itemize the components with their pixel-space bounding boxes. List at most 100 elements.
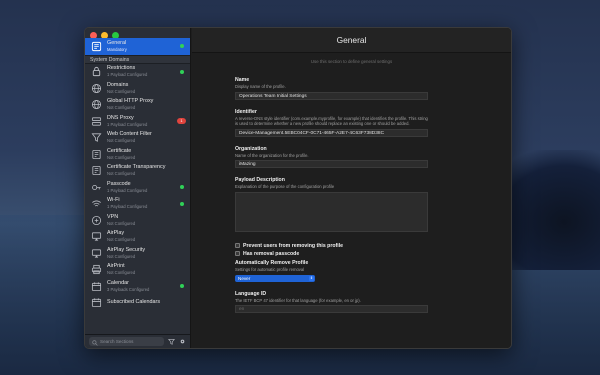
sidebar-item-vpn[interactable]: VPN Not Configured	[85, 212, 190, 229]
sidebar-item-label: Web Content Filter	[107, 131, 152, 138]
sidebar-item-label: Restrictions	[107, 65, 136, 72]
sidebar-item-label: General	[107, 39, 127, 46]
sidebar-item-status: Not Configured	[107, 154, 136, 160]
sidebar-item-certificate[interactable]: Certificate Not Configured	[85, 146, 190, 163]
sidebar-item-general[interactable]: General Mandatory	[85, 38, 190, 55]
sidebar-item-passcode[interactable]: Passcode 1 Payload Configured	[85, 179, 190, 196]
sidebar-item-status: Not Configured	[107, 220, 136, 226]
sidebar-item-status: Not Configured	[107, 138, 136, 144]
sidebar-item-wi-fi[interactable]: Wi-Fi 1 Payload Configured	[85, 196, 190, 213]
sidebar-item-label: VPN	[107, 213, 119, 220]
identifier-field-group: Identifier A reverse-DNS style identifie…	[235, 108, 428, 137]
organization-field-group: Organization Name of the organization fo…	[235, 145, 428, 169]
certificate-icon	[91, 165, 102, 176]
payload-description-textarea[interactable]	[235, 191, 428, 232]
page-subtitle: Use this section to define general setti…	[310, 59, 393, 64]
sidebar-item-domains[interactable]: Domains Not Configured	[85, 80, 190, 97]
auto-remove-value: Never	[238, 275, 251, 281]
sidebar-item-status: Not Configured	[107, 270, 136, 276]
sidebar-item-airplay-security[interactable]: AirPlay Security Not Configured	[85, 245, 190, 262]
globe-icon	[91, 99, 102, 110]
language-input[interactable]: en	[235, 305, 428, 314]
sidebar-item-label: AirPrint	[107, 263, 125, 270]
chevron-updown-icon: ⇕	[309, 275, 314, 281]
identifier-description: A reverse-DNS style identifier (com.exam…	[235, 115, 428, 126]
sidebar-item-status: Not Configured	[107, 237, 136, 243]
sidebar-item-airprint[interactable]: AirPrint Not Configured	[85, 262, 190, 279]
search-box	[89, 337, 164, 346]
auto-remove-select[interactable]: Never ⇕	[235, 274, 315, 282]
sidebar-item-global-http-proxy[interactable]: Global HTTP Proxy Not Configured	[85, 97, 190, 114]
removal-passcode-checkbox-row[interactable]: Has removal passcode	[235, 250, 428, 258]
name-description: Display name of the profile.	[235, 84, 286, 90]
payload-description-description: Explanation of the purpose of the config…	[235, 184, 335, 190]
main-header: General	[192, 28, 511, 53]
gear-icon[interactable]	[178, 338, 186, 346]
filter-icon	[91, 132, 102, 143]
sidebar-item-status: 1 Payload Configured	[107, 72, 148, 78]
sidebar-sections-list: General Mandatory System Domains Restric…	[85, 38, 190, 333]
name-label: Name	[235, 77, 250, 83]
auto-remove-description: Settings for automatic profile removal	[235, 267, 305, 273]
sidebar-item-status: Not Configured	[107, 253, 136, 259]
wifi-icon	[91, 198, 102, 209]
calendar-icon	[91, 297, 102, 308]
sidebar-item-label: Calendar	[107, 279, 129, 286]
page-title: General	[336, 35, 367, 45]
sidebar-item-status: 1 Payload Configured	[107, 187, 148, 193]
sidebar-item-status: Not Configured	[107, 105, 136, 111]
filter-icon[interactable]	[167, 338, 175, 346]
sidebar-item-status: Mandatory	[107, 46, 127, 52]
general-form: Name Display name of the profile. Operat…	[235, 77, 428, 323]
sidebar-item-status: Not Configured	[107, 88, 136, 94]
auto-remove-label: Automatically Remove Profile	[235, 259, 309, 266]
sidebar-item-dns-proxy[interactable]: DNS Proxy 1 Payload Configured 1	[85, 113, 190, 130]
sidebar-item-label: Subscribed Calendars	[107, 299, 161, 306]
organization-label: Organization	[235, 145, 267, 152]
payload-description-field-group: Payload Description Explanation of the p…	[235, 178, 428, 232]
payload-description-label: Payload Description	[235, 177, 285, 184]
sidebar-item-label: AirPlay Security	[107, 246, 146, 253]
configured-indicator	[180, 201, 184, 206]
globe-icon	[91, 83, 102, 94]
dns-icon	[91, 116, 102, 127]
name-field-group: Name Display name of the profile. Operat…	[235, 77, 428, 100]
printer-icon	[91, 264, 102, 275]
language-field-group: Language ID The IETF BCP 47 identifier f…	[235, 290, 428, 314]
sidebar-item-status: 1 Payload Configured	[107, 204, 148, 210]
identifier-label: Identifier	[235, 108, 257, 115]
sidebar-item-label: DNS Proxy	[107, 114, 134, 121]
configured-indicator	[180, 185, 184, 189]
sidebar-item-status: 3 Payloads Configured	[107, 286, 150, 292]
profile-icon	[91, 41, 102, 52]
sidebar-item-label: Certificate Transparency	[107, 164, 166, 171]
language-description: The IETF BCP 47 identifier for that lang…	[235, 297, 361, 303]
sidebar-item-restrictions[interactable]: Restrictions 1 Payload Configured	[85, 64, 190, 81]
identifier-input[interactable]: Device-Management.5EBC04CF-0C71-465F-A2E…	[235, 128, 428, 137]
sidebar-item-status: 1 Payload Configured	[107, 121, 148, 127]
configured-indicator	[180, 44, 184, 48]
app-window: General Mandatory System Domains Restric…	[84, 27, 512, 349]
removal-passcode-checkbox[interactable]	[235, 251, 240, 257]
organization-input[interactable]: iMazing	[235, 160, 428, 169]
sidebar-item-subscribed-calendars[interactable]: Subscribed Calendars	[85, 295, 190, 312]
airplay-icon	[91, 231, 102, 242]
language-label: Language ID	[235, 290, 267, 297]
sidebar-item-label: AirPlay	[107, 230, 125, 237]
search-input[interactable]	[100, 339, 160, 344]
sidebar-item-label: Domains	[107, 81, 129, 88]
sidebar-item-airplay[interactable]: AirPlay Not Configured	[85, 229, 190, 246]
sidebar-item-web-content-filter[interactable]: Web Content Filter Not Configured	[85, 130, 190, 147]
sidebar-item-label: Global HTTP Proxy	[107, 98, 154, 105]
name-input[interactable]: Operations Team Initial Settings	[235, 91, 428, 100]
sidebar-item-label: Certificate	[107, 147, 132, 154]
prevent-removal-checkbox-row[interactable]: Prevent users from removing this profile	[235, 242, 428, 250]
prevent-removal-checkbox[interactable]	[235, 243, 240, 249]
search-icon	[92, 333, 98, 349]
sidebar-item-label: Passcode	[107, 180, 131, 187]
sidebar-item-calendar[interactable]: Calendar 3 Payloads Configured	[85, 278, 190, 295]
organization-description: Name of the organization for the profile…	[235, 152, 309, 158]
prevent-removal-label: Prevent users from removing this profile	[243, 242, 344, 249]
sidebar-item-certificate-transparency[interactable]: Certificate Transparency Not Configured	[85, 163, 190, 180]
calendar-icon	[91, 281, 102, 292]
